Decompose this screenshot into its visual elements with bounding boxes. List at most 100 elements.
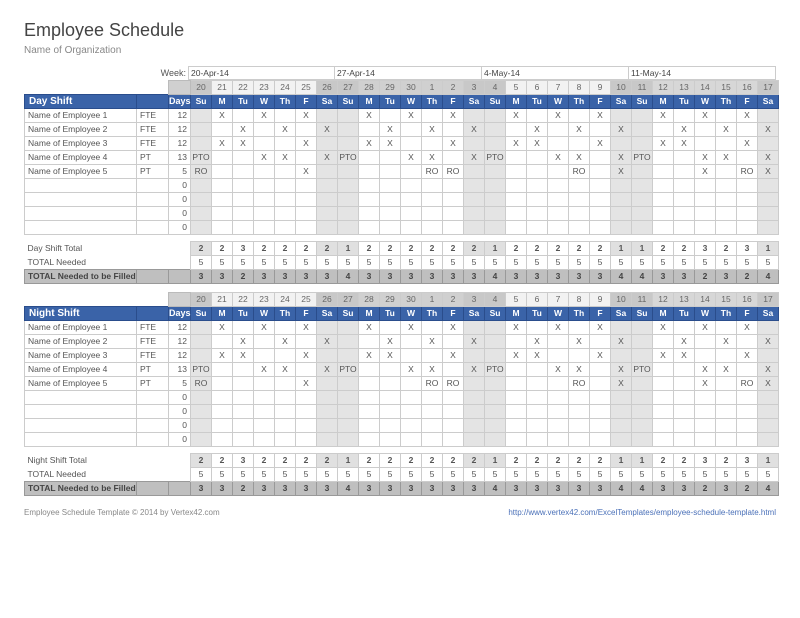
schedule-cell[interactable] <box>443 151 464 165</box>
schedule-cell[interactable] <box>590 123 611 137</box>
schedule-cell[interactable] <box>590 221 611 235</box>
schedule-cell[interactable] <box>548 391 569 405</box>
schedule-cell[interactable]: X <box>548 321 569 335</box>
schedule-cell[interactable]: X <box>212 109 233 123</box>
schedule-cell[interactable] <box>506 335 527 349</box>
schedule-cell[interactable]: X <box>296 321 317 335</box>
schedule-cell[interactable]: X <box>443 349 464 363</box>
schedule-cell[interactable] <box>653 123 674 137</box>
employee-name[interactable] <box>25 391 137 405</box>
schedule-cell[interactable] <box>464 221 485 235</box>
employee-name[interactable]: Name of Employee 4 <box>25 363 137 377</box>
schedule-cell[interactable]: X <box>737 137 758 151</box>
schedule-cell[interactable] <box>737 151 758 165</box>
schedule-cell[interactable]: X <box>275 335 296 349</box>
schedule-cell[interactable] <box>275 109 296 123</box>
schedule-cell[interactable]: X <box>212 349 233 363</box>
schedule-cell[interactable] <box>317 137 338 151</box>
schedule-cell[interactable] <box>233 363 254 377</box>
schedule-cell[interactable] <box>317 349 338 363</box>
schedule-cell[interactable] <box>317 221 338 235</box>
schedule-cell[interactable] <box>611 349 632 363</box>
schedule-cell[interactable] <box>737 179 758 193</box>
schedule-cell[interactable] <box>191 179 212 193</box>
schedule-cell[interactable]: RO <box>737 377 758 391</box>
schedule-cell[interactable]: X <box>569 363 590 377</box>
schedule-cell[interactable] <box>443 405 464 419</box>
schedule-cell[interactable] <box>275 391 296 405</box>
schedule-cell[interactable] <box>611 405 632 419</box>
schedule-cell[interactable]: X <box>527 349 548 363</box>
schedule-cell[interactable]: X <box>317 335 338 349</box>
schedule-cell[interactable]: X <box>254 109 275 123</box>
schedule-cell[interactable] <box>380 321 401 335</box>
schedule-cell[interactable]: X <box>506 321 527 335</box>
schedule-cell[interactable] <box>632 405 653 419</box>
schedule-cell[interactable] <box>506 123 527 137</box>
schedule-cell[interactable] <box>548 137 569 151</box>
schedule-cell[interactable] <box>464 165 485 179</box>
schedule-cell[interactable] <box>632 377 653 391</box>
schedule-cell[interactable] <box>275 193 296 207</box>
schedule-cell[interactable] <box>527 377 548 391</box>
schedule-cell[interactable] <box>569 193 590 207</box>
schedule-cell[interactable] <box>443 433 464 447</box>
schedule-cell[interactable] <box>338 165 359 179</box>
schedule-cell[interactable]: X <box>275 151 296 165</box>
schedule-cell[interactable]: X <box>275 363 296 377</box>
schedule-cell[interactable] <box>233 377 254 391</box>
schedule-cell[interactable] <box>338 109 359 123</box>
schedule-cell[interactable] <box>191 419 212 433</box>
schedule-cell[interactable]: X <box>296 109 317 123</box>
schedule-cell[interactable] <box>212 433 233 447</box>
schedule-cell[interactable] <box>233 321 254 335</box>
schedule-cell[interactable]: X <box>611 123 632 137</box>
employee-name[interactable]: Name of Employee 1 <box>25 321 137 335</box>
schedule-cell[interactable] <box>338 137 359 151</box>
schedule-cell[interactable] <box>695 405 716 419</box>
employee-name[interactable] <box>25 433 137 447</box>
schedule-cell[interactable] <box>317 377 338 391</box>
schedule-cell[interactable] <box>212 207 233 221</box>
schedule-cell[interactable]: X <box>506 349 527 363</box>
schedule-cell[interactable] <box>737 193 758 207</box>
schedule-cell[interactable] <box>443 179 464 193</box>
schedule-cell[interactable] <box>737 123 758 137</box>
schedule-cell[interactable]: X <box>653 137 674 151</box>
schedule-cell[interactable] <box>422 419 443 433</box>
schedule-cell[interactable] <box>317 321 338 335</box>
schedule-cell[interactable]: X <box>653 321 674 335</box>
schedule-cell[interactable] <box>485 321 506 335</box>
schedule-cell[interactable] <box>716 207 737 221</box>
schedule-cell[interactable]: RO <box>422 165 443 179</box>
schedule-cell[interactable] <box>317 419 338 433</box>
schedule-cell[interactable] <box>401 123 422 137</box>
schedule-cell[interactable] <box>296 179 317 193</box>
schedule-cell[interactable]: X <box>317 151 338 165</box>
schedule-cell[interactable] <box>590 179 611 193</box>
schedule-cell[interactable]: PTO <box>485 151 506 165</box>
schedule-cell[interactable] <box>212 221 233 235</box>
schedule-cell[interactable] <box>338 335 359 349</box>
schedule-cell[interactable] <box>758 419 779 433</box>
employee-name[interactable]: Name of Employee 2 <box>25 123 137 137</box>
schedule-cell[interactable] <box>380 165 401 179</box>
schedule-cell[interactable]: X <box>590 321 611 335</box>
schedule-cell[interactable]: X <box>233 123 254 137</box>
employee-name[interactable]: Name of Employee 3 <box>25 137 137 151</box>
employee-type[interactable] <box>137 405 169 419</box>
schedule-cell[interactable]: X <box>548 151 569 165</box>
schedule-cell[interactable] <box>275 179 296 193</box>
schedule-cell[interactable] <box>485 391 506 405</box>
schedule-cell[interactable]: X <box>737 321 758 335</box>
schedule-cell[interactable] <box>401 391 422 405</box>
schedule-cell[interactable]: X <box>275 123 296 137</box>
schedule-cell[interactable] <box>569 221 590 235</box>
employee-type[interactable]: PT <box>137 165 169 179</box>
schedule-cell[interactable] <box>653 419 674 433</box>
schedule-cell[interactable] <box>254 391 275 405</box>
schedule-cell[interactable] <box>737 363 758 377</box>
schedule-cell[interactable] <box>758 433 779 447</box>
schedule-cell[interactable] <box>674 419 695 433</box>
employee-type[interactable]: FTE <box>137 123 169 137</box>
